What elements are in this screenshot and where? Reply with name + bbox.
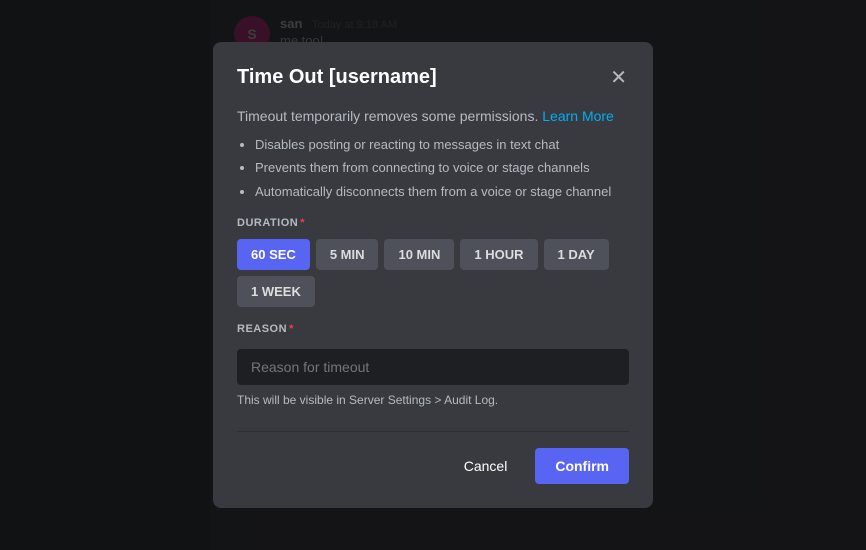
reason-label: REASON* [237, 323, 629, 335]
modal-header: Time Out [username] ✕ [237, 66, 629, 90]
confirm-button[interactable]: Confirm [535, 448, 629, 484]
cancel-button[interactable]: Cancel [448, 448, 524, 484]
duration-5min[interactable]: 5 MIN [316, 239, 379, 270]
close-button[interactable]: ✕ [608, 66, 629, 90]
modal-title: Time Out [username] [237, 66, 437, 89]
duration-1week[interactable]: 1 WEEK [237, 276, 315, 307]
duration-10min[interactable]: 10 MIN [384, 239, 454, 270]
duration-label: DURATION* [237, 217, 629, 229]
duration-1day[interactable]: 1 DAY [544, 239, 609, 270]
duration-buttons: 60 SEC 5 MIN 10 MIN 1 HOUR 1 DAY 1 WEEK [237, 239, 629, 307]
learn-more-link[interactable]: Learn More [542, 108, 614, 124]
timeout-modal: Time Out [username] ✕ Timeout temporaril… [213, 42, 653, 509]
reason-input[interactable] [237, 349, 629, 385]
duration-1hour[interactable]: 1 HOUR [460, 239, 537, 270]
modal-overlay: Time Out [username] ✕ Timeout temporaril… [0, 0, 866, 550]
modal-footer: Cancel Confirm [237, 431, 629, 484]
modal-description: Timeout temporarily removes some permiss… [237, 106, 629, 202]
audit-note: This will be visible in Server Settings … [237, 393, 629, 407]
duration-60sec[interactable]: 60 SEC [237, 239, 310, 270]
